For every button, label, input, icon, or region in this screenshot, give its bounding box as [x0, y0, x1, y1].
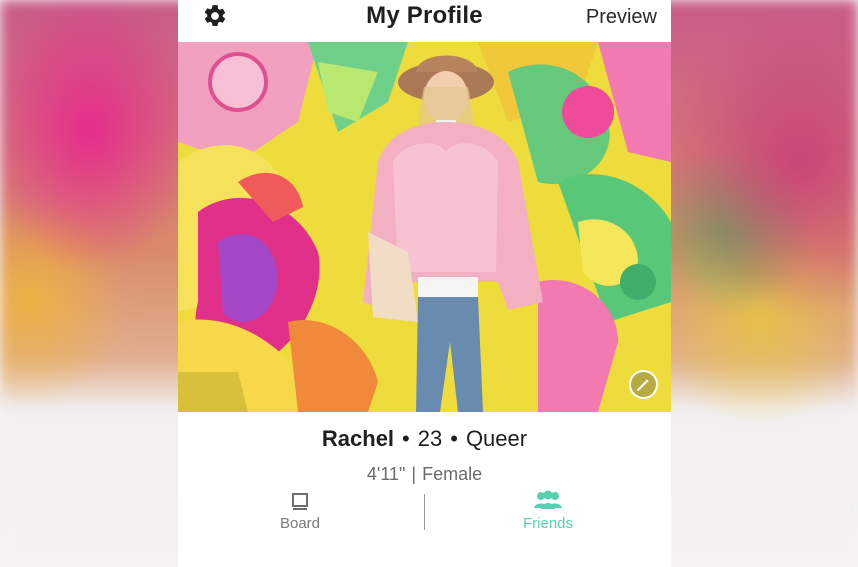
- profile-summary: Rachel • 23 • Queer: [178, 426, 671, 452]
- profile-screen: My Profile Preview Rachel • 23 • Queer 4…: [178, 0, 671, 567]
- profile-orientation: Queer: [465, 426, 528, 451]
- friends-icon: [534, 490, 562, 509]
- tab-board[interactable]: Board: [180, 488, 420, 538]
- edit-photo-button[interactable]: [629, 370, 658, 399]
- pencil-icon: [637, 379, 649, 391]
- top-bar: My Profile Preview: [178, 0, 671, 42]
- profile-details: 4'11" | Female: [178, 464, 671, 485]
- profile-tabs: Board Friends: [178, 488, 671, 538]
- board-icon: [292, 493, 308, 510]
- preview-button[interactable]: Preview: [586, 6, 657, 29]
- tab-friends-label: Friends: [522, 515, 574, 532]
- tab-divider: [424, 494, 425, 530]
- profile-height: 4'11": [366, 464, 406, 484]
- separator-dot: •: [402, 426, 410, 451]
- profile-age: 23: [417, 426, 443, 451]
- profile-gender: Female: [422, 464, 483, 484]
- tab-board-label: Board: [279, 515, 321, 532]
- profile-photo[interactable]: [178, 42, 671, 412]
- profile-name: Rachel: [321, 426, 395, 451]
- separator-dot: •: [450, 426, 458, 451]
- tab-friends[interactable]: Friends: [428, 488, 668, 538]
- graffiti-photo-illustration: [178, 42, 671, 412]
- separator-pipe: |: [411, 464, 417, 484]
